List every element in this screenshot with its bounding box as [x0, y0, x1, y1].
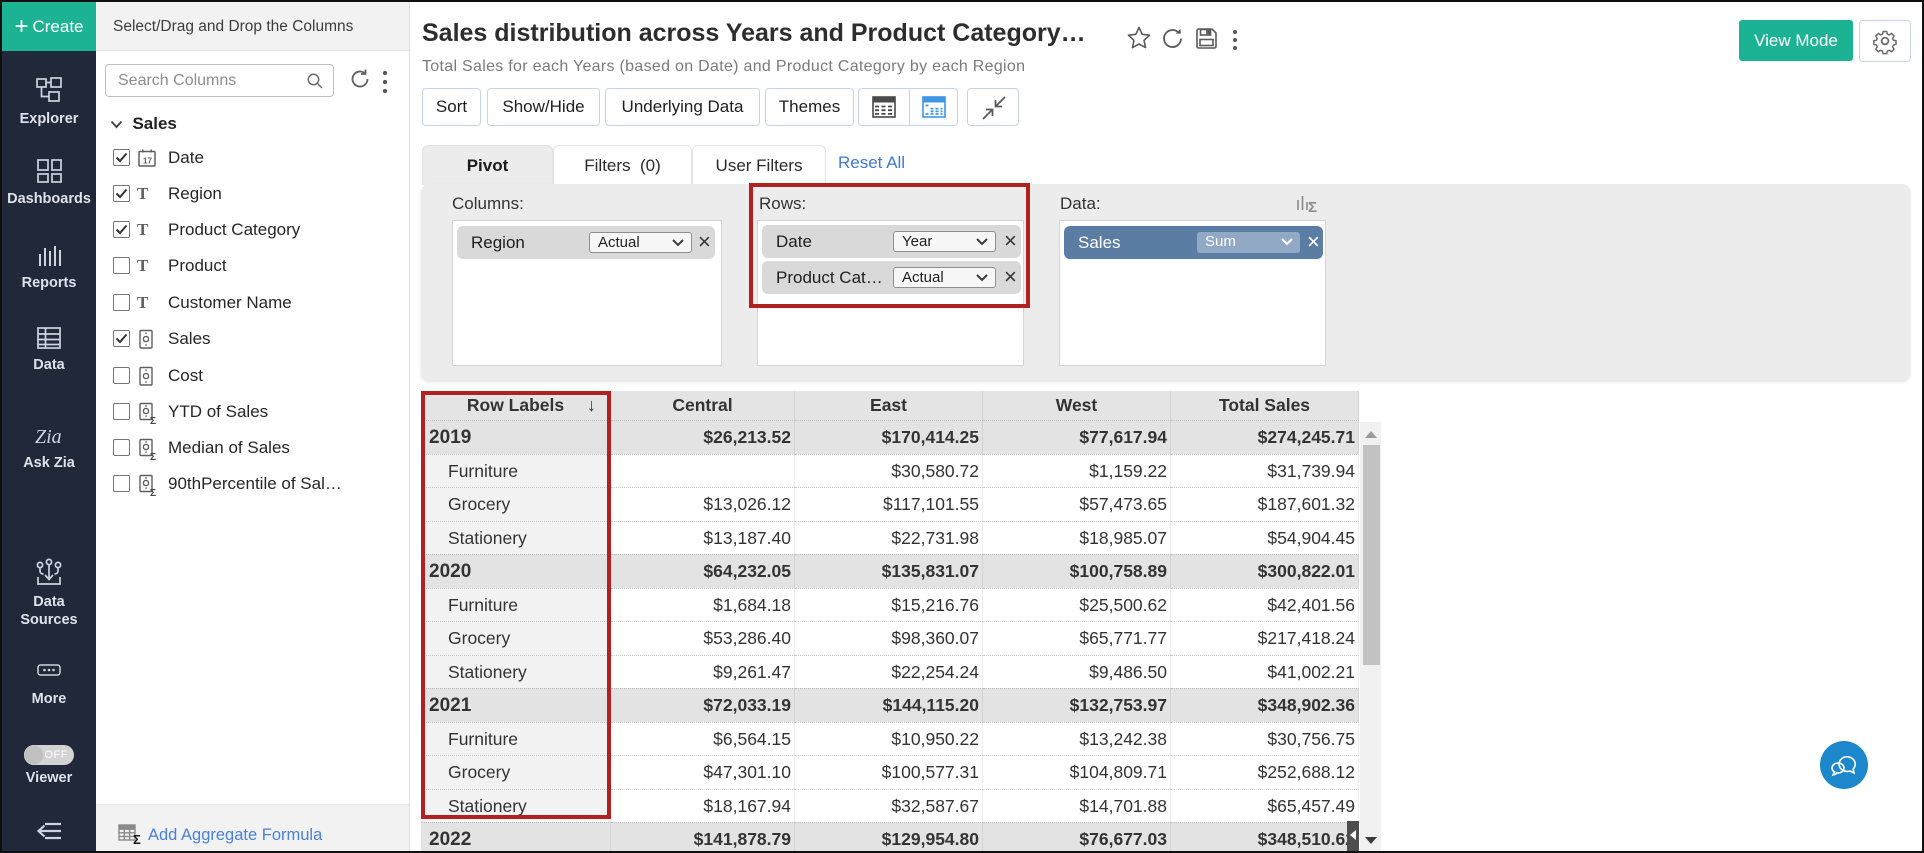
svg-text:Σ: Σ [150, 488, 156, 497]
svg-text:Zia: Zia [35, 426, 62, 448]
svg-text:Σ: Σ [133, 832, 141, 845]
svg-text:Σ: Σ [150, 416, 156, 425]
svg-text:Σ: Σ [150, 452, 156, 461]
svg-text:Σ: Σ [1308, 199, 1317, 214]
svg-text:17: 17 [143, 157, 152, 166]
